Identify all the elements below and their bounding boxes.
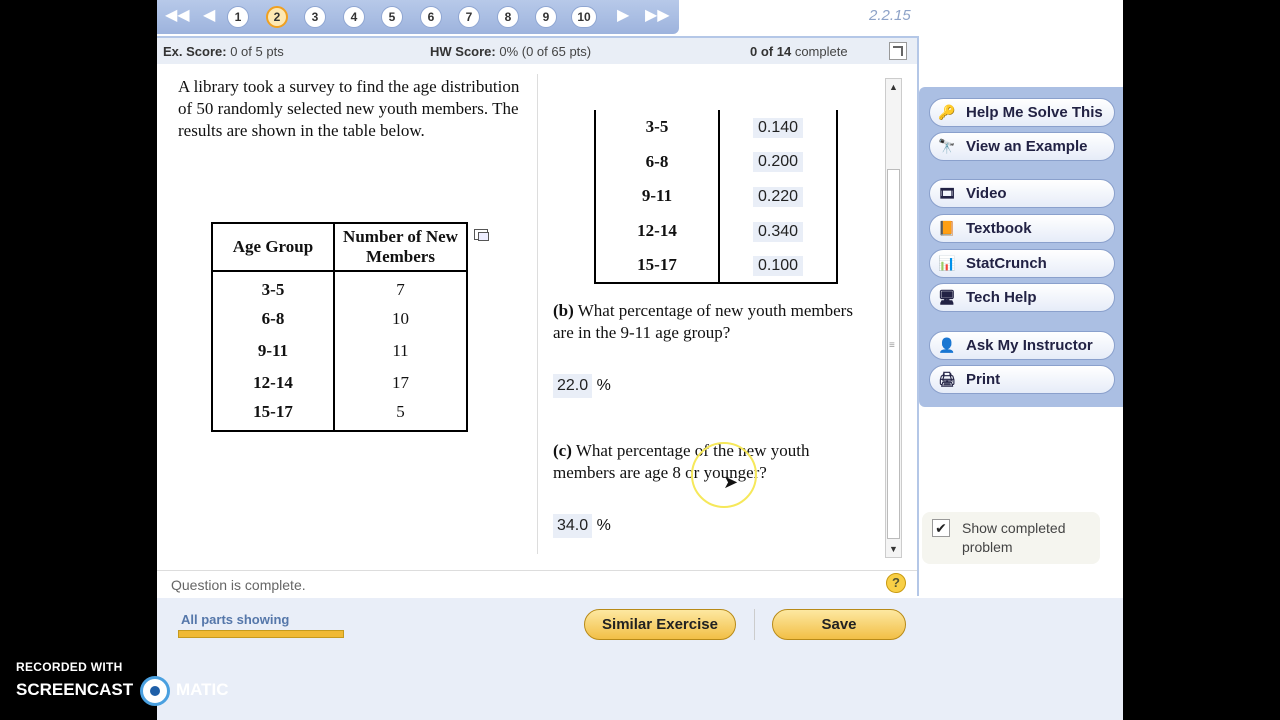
tech-help-button[interactable]: 🖥 Tech Help	[929, 283, 1115, 312]
part-b-answer-row: 22.0 %	[553, 374, 611, 398]
page-button-8[interactable]: 8	[497, 6, 519, 28]
page-button-4[interactable]: 4	[343, 6, 365, 28]
show-completed-label: Show completed problem	[962, 520, 1066, 555]
question-content: A library took a survey to find the age …	[157, 66, 883, 554]
problem-statement: A library took a survey to find the age …	[178, 76, 523, 142]
person-icon: 👤	[938, 337, 956, 353]
expand-icon[interactable]	[889, 42, 907, 60]
part-c-answer-row: 34.0 %	[553, 514, 611, 538]
book-icon: 📙	[938, 220, 956, 236]
printer-icon: 🖨	[938, 371, 956, 387]
page-button-10[interactable]: 10	[571, 6, 597, 28]
textbook-button[interactable]: 📙 Textbook	[929, 214, 1115, 243]
screencast-logo-icon	[140, 676, 170, 706]
page-button-7[interactable]: 7	[458, 6, 480, 28]
table-row: 12-14 0.340	[595, 213, 837, 249]
answer-field[interactable]: 0.200	[753, 152, 803, 173]
question-help-icon[interactable]: ?	[886, 573, 906, 593]
help-me-solve-button[interactable]: 🔑 Help Me Solve This	[929, 98, 1115, 127]
table-header-age-group: Age Group	[212, 223, 335, 272]
answer-field[interactable]: 0.140	[753, 117, 803, 138]
table-row: 12-14 17	[212, 367, 467, 399]
page-button-3[interactable]: 3	[304, 6, 326, 28]
popout-window-icon[interactable]	[474, 229, 489, 241]
completion-count: 0 of 14 complete	[750, 44, 848, 59]
show-completed-option: ✔ Show completed problem	[922, 512, 1100, 564]
video-button[interactable]: 🎞 Video	[929, 179, 1115, 208]
similar-exercise-button[interactable]: Similar Exercise	[584, 609, 736, 640]
binoculars-icon: 🔭	[938, 138, 956, 154]
table-row: 15-17 5	[212, 399, 467, 431]
mylab-window: ◀◀ ◀ 1 2 3 4 5 6 7 8 9 10 ▶ ▶▶ 2.2.15 Ex…	[157, 0, 1123, 720]
relative-frequency-table: 3-5 0.140 6-8 0.200 9-11 0.220 12-14 0.340 1…	[594, 110, 838, 284]
parts-progress-bar	[178, 630, 344, 638]
show-completed-checkbox[interactable]: ✔	[932, 519, 950, 537]
version-label: 2.2.15	[869, 7, 911, 24]
view-example-button[interactable]: 🔭 View an Example	[929, 132, 1115, 161]
answer-field[interactable]: 0.100	[753, 255, 803, 276]
page-button-2[interactable]: 2	[266, 6, 288, 28]
part-c-question: (c) What percentage of the new youth mem…	[553, 441, 810, 482]
ask-instructor-button[interactable]: 👤 Ask My Instructor	[929, 331, 1115, 360]
part-b-question: (b) What percentage of new youth members…	[553, 301, 853, 342]
content-scrollbar[interactable]: ▲ ▼	[885, 78, 902, 558]
button-separator	[754, 609, 755, 640]
table-row: 6-8 0.200	[595, 144, 837, 180]
column-divider	[537, 74, 538, 554]
help-side-panel: 🔑 Help Me Solve This 🔭 View an Example 🎞 Vi…	[919, 87, 1123, 407]
problem-intro: A library took a survey to find the age …	[178, 77, 520, 140]
homework-score: HW Score: 0% (0 of 65 pts)	[430, 44, 592, 59]
screencast-watermark: RECORDED WITH SCREENCAST MATIC	[16, 660, 229, 706]
table-row: 3-5 7	[212, 271, 467, 303]
answer-field[interactable]: 0.340	[753, 221, 803, 242]
watermark-screencast: SCREENCAST	[16, 680, 134, 699]
scroll-up-icon[interactable]: ▲	[886, 79, 901, 95]
parts-showing-label: All parts showing	[181, 612, 290, 627]
page-button-1[interactable]: 1	[227, 6, 249, 28]
first-page-icon[interactable]: ◀◀	[165, 7, 190, 25]
watermark-recorded-with: RECORDED WITH	[16, 660, 123, 674]
watermark-matic: MATIC	[176, 680, 229, 699]
page-button-6[interactable]: 6	[420, 6, 442, 28]
film-icon: 🎞	[938, 185, 956, 201]
statcrunch-button[interactable]: 📊 StatCrunch	[929, 249, 1115, 278]
mouse-cursor-icon: ➤	[723, 472, 739, 492]
part-b-answer-field[interactable]: 22.0	[553, 374, 593, 398]
prev-page-icon[interactable]: ◀	[203, 7, 215, 25]
table-header-members: Number of New Members	[334, 223, 467, 272]
percent-unit: %	[596, 517, 611, 534]
page-button-5[interactable]: 5	[381, 6, 403, 28]
table-row: 9-11 11	[212, 335, 467, 367]
progress-fill	[179, 631, 343, 637]
answer-field[interactable]: 0.220	[753, 186, 803, 207]
status-row: Question is complete. ?	[157, 570, 917, 596]
percent-unit: %	[596, 377, 611, 394]
question-panel: Ex. Score: 0 of 5 pts HW Score: 0% (0 of…	[157, 36, 919, 596]
monitor-icon: 🖥	[938, 289, 956, 305]
page-button-9[interactable]: 9	[535, 6, 557, 28]
scroll-down-icon[interactable]: ▼	[886, 541, 901, 557]
next-page-icon[interactable]: ▶	[617, 7, 629, 25]
table-row: 15-17 0.100	[595, 248, 837, 283]
table-row: 6-8 10	[212, 303, 467, 335]
table-row: 9-11 0.220	[595, 179, 837, 214]
part-c-answer-field[interactable]: 34.0	[553, 514, 593, 538]
last-page-icon[interactable]: ▶▶	[645, 7, 670, 25]
table-header-row: Age Group Number of New Members	[212, 223, 467, 272]
save-button[interactable]: Save	[772, 609, 906, 640]
question-nav-bar: ◀◀ ◀ 1 2 3 4 5 6 7 8 9 10 ▶ ▶▶	[157, 0, 679, 34]
status-text: Question is complete.	[171, 577, 306, 593]
scroll-thumb[interactable]	[887, 169, 900, 539]
key-icon: 🔑	[938, 104, 956, 120]
exercise-score: Ex. Score: 0 of 5 pts	[163, 44, 284, 59]
score-bar: Ex. Score: 0 of 5 pts HW Score: 0% (0 of…	[157, 38, 917, 64]
print-button[interactable]: 🖨 Print	[929, 365, 1115, 394]
table-row: 3-5 0.140	[595, 110, 837, 145]
chart-icon: 📊	[938, 255, 956, 271]
frequency-table: Age Group Number of New Members 3-5 7 6-8…	[211, 222, 468, 432]
